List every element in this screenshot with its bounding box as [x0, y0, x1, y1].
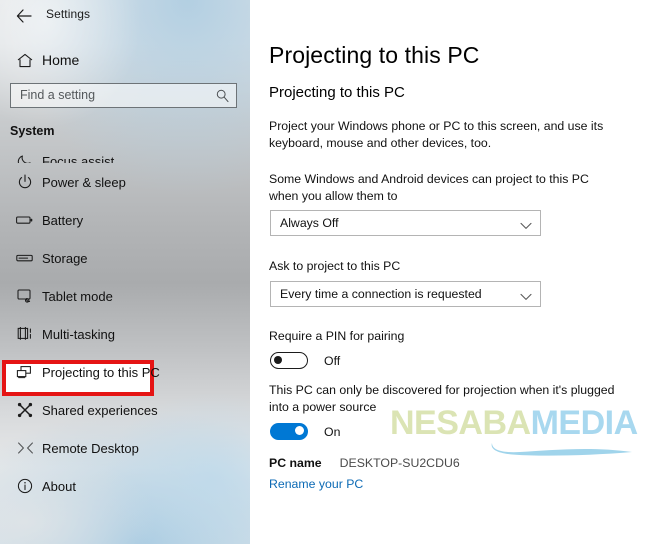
sidebar-group-header: System	[10, 124, 55, 138]
pc-name-label: PC name	[269, 456, 322, 470]
sidebar-item-projecting-to-this-pc[interactable]: Projecting to this PC	[0, 353, 250, 391]
require-pin-toggle-state: Off	[324, 353, 341, 368]
projecting-icon	[8, 365, 42, 380]
window-title: Settings	[46, 7, 91, 21]
moon-icon	[8, 153, 42, 163]
sidebar-item-multi-tasking-label: Multi-tasking	[42, 326, 115, 342]
allow-projection-dropdown[interactable]: Always Off	[270, 210, 541, 236]
sidebar-item-focus-assist[interactable]: Focus assist	[0, 141, 250, 163]
power-icon	[8, 174, 42, 190]
sidebar-item-home-label: Home	[42, 52, 80, 68]
sidebar-item-home[interactable]: Home	[0, 46, 250, 74]
search-placeholder: Find a setting	[20, 88, 96, 102]
info-icon	[8, 478, 42, 494]
sidebar-item-focus-assist-label: Focus assist	[42, 154, 115, 163]
sidebar-item-tablet-mode-label: Tablet mode	[42, 288, 113, 304]
sidebar-item-multi-tasking[interactable]: Multi-tasking	[0, 315, 250, 353]
home-icon	[8, 53, 42, 68]
power-source-toggle-row: On	[270, 423, 340, 440]
remote-desktop-icon	[8, 440, 42, 456]
allow-projection-dropdown-value: Always Off	[280, 216, 339, 230]
sidebar-item-remote-desktop-label: Remote Desktop	[42, 440, 139, 456]
sidebar-item-battery-label: Battery	[42, 212, 84, 228]
sidebar-item-about-label: About	[42, 478, 76, 494]
intro-description: Project your Windows phone or PC to this…	[269, 119, 604, 150]
title-bar: Settings	[0, 0, 250, 32]
chevron-down-icon	[520, 217, 532, 235]
ask-to-project-dropdown[interactable]: Every time a connection is requested	[270, 281, 541, 307]
settings-main-content: Projecting to this PC Projecting to this…	[250, 0, 670, 544]
battery-icon	[8, 214, 42, 226]
require-pin-toggle-row: Off	[270, 352, 340, 369]
sidebar-item-storage[interactable]: Storage	[0, 239, 250, 277]
sidebar-item-shared-experiences-label: Shared experiences	[42, 402, 158, 418]
ask-to-project-label: Ask to project to this PC	[269, 259, 401, 273]
power-source-toggle[interactable]	[270, 423, 308, 440]
rename-pc-link[interactable]: Rename your PC	[269, 477, 363, 491]
pc-name-row: PC name DESKTOP-SU2CDU6	[269, 456, 460, 470]
watermark-swoosh-icon	[486, 436, 636, 463]
sidebar-item-about[interactable]: About	[0, 467, 250, 505]
sidebar-item-battery[interactable]: Battery	[0, 201, 250, 239]
page-title: Projecting to this PC	[269, 42, 480, 68]
back-arrow-icon[interactable]	[12, 4, 36, 28]
sidebar-item-projecting-to-this-pc-label: Projecting to this PC	[42, 364, 160, 380]
sidebar-nav-list: Focus assist Power & sleep Battery Stora…	[0, 141, 250, 544]
sidebar-item-remote-desktop[interactable]: Remote Desktop	[0, 429, 250, 467]
require-pin-label: Require a PIN for pairing	[269, 329, 405, 343]
pc-name-value: DESKTOP-SU2CDU6	[339, 456, 460, 470]
power-source-toggle-state: On	[324, 424, 341, 439]
search-icon[interactable]	[216, 89, 229, 108]
shared-experiences-icon	[8, 402, 42, 418]
multitasking-icon	[8, 326, 42, 342]
toggle-knob	[274, 356, 283, 365]
search-input[interactable]: Find a setting	[10, 83, 237, 108]
settings-sidebar: Settings Home Find a setting System Focu…	[0, 0, 250, 544]
require-pin-toggle[interactable]	[270, 352, 308, 369]
chevron-down-icon	[520, 288, 532, 306]
sidebar-item-power-sleep[interactable]: Power & sleep	[0, 163, 250, 201]
ask-to-project-dropdown-value: Every time a connection is requested	[280, 287, 482, 301]
toggle-knob	[294, 426, 304, 436]
power-source-label: This PC can only be discovered for proje…	[269, 383, 615, 414]
sidebar-item-power-sleep-label: Power & sleep	[42, 174, 126, 190]
tablet-icon	[8, 288, 42, 304]
allow-projection-label: Some Windows and Android devices can pro…	[269, 172, 589, 203]
section-heading: Projecting to this PC	[269, 84, 405, 101]
storage-icon	[8, 252, 42, 264]
sidebar-item-shared-experiences[interactable]: Shared experiences	[0, 391, 250, 429]
sidebar-item-storage-label: Storage	[42, 250, 88, 266]
sidebar-item-tablet-mode[interactable]: Tablet mode	[0, 277, 250, 315]
